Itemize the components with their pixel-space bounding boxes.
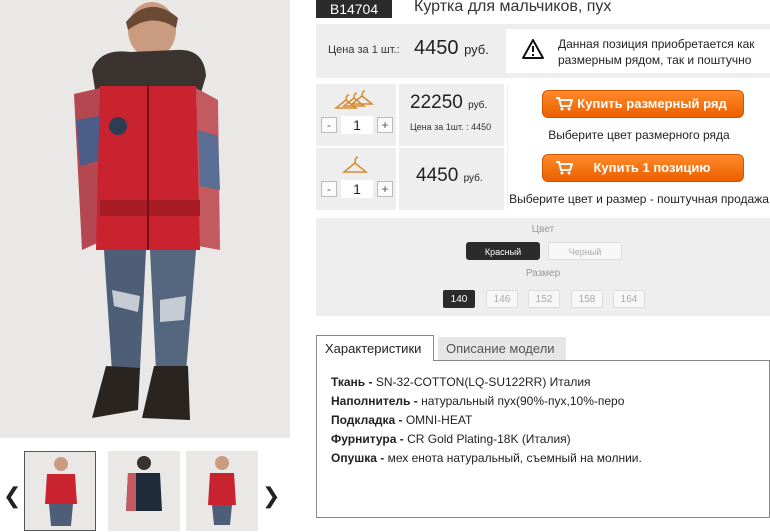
unit-price: 4450 руб. [414,37,489,59]
qty-minus-button[interactable]: - [321,117,337,133]
qty-minus-button[interactable]: - [321,181,337,197]
single-total-cell: 4450 руб. [400,148,504,210]
spec-row: Наполнитель - натуральный пух(90%-пух,10… [331,394,625,408]
unit-price-label: Цена за 1 шт.: [328,44,400,56]
size-option-152[interactable]: 152 [528,290,560,308]
thumbnail-red-side [186,451,258,531]
single-qty-cell: - 1 + [316,148,396,210]
single-action-cell: Купить 1 позицию Выберите цвет и размер … [508,148,770,210]
size-set-total: 22250 руб. [410,92,488,113]
qty-plus-button[interactable]: + [377,181,393,197]
hanger-icon [341,156,369,173]
thumbnail-1[interactable] [24,451,96,531]
qty-plus-button[interactable]: + [377,117,393,133]
variant-filters: Цвет Красный Черный Размер 140 146 152 1… [316,218,770,316]
single-hint: Выберите цвет и размер - поштучная прода… [509,192,769,206]
divider [504,84,507,146]
buy-single-row: - 1 + 4450 руб. Купить 1 позицию Выберит… [316,148,770,210]
thumbnail-strip: ❮ ❯ [0,445,290,532]
cart-icon [556,161,573,175]
tab-description[interactable]: Описание модели [438,337,566,361]
divider [396,148,399,210]
thumbnail-2[interactable] [108,451,180,531]
spec-row: Ткань - SN-32-COTTON(LQ-SU122RR) Италия [331,375,591,389]
size-set-unit-note: Цена за 1шт. : 4450 [410,122,492,132]
sku-badge: B14704 [316,0,392,18]
chevron-right-icon[interactable]: ❯ [262,483,280,509]
size-set-action-cell: Купить размерный ряд Выберите цвет разме… [508,84,770,146]
buy-size-set-row: - 1 + 22250 руб. Цена за 1шт. : 4450 Куп… [316,84,770,146]
spec-row: Опушка - мех енота натуральный, съемный … [331,451,642,465]
tab-characteristics[interactable]: Характеристики [316,335,434,361]
qty-input[interactable]: 1 [341,180,373,198]
characteristics-panel: Ткань - SN-32-COTTON(LQ-SU122RR) Италия … [316,360,770,518]
size-option-164[interactable]: 164 [613,290,645,308]
boy-jacket-illustration [0,0,290,438]
divider [396,84,399,146]
size-set-qty-cell: - 1 + [316,84,396,146]
thumbnail-black-front [108,451,180,531]
single-total: 4450 руб. [416,165,483,186]
size-set-qty-stepper: - 1 + [321,116,393,134]
size-label: Размер [525,268,561,279]
purchase-notice: Данная позиция приобретается как размерн… [506,29,770,73]
size-set-total-cell: 22250 руб. Цена за 1шт. : 4450 [400,84,504,146]
color-option-red[interactable]: Красный [466,242,540,260]
size-option-146[interactable]: 146 [486,290,518,308]
main-product-photo[interactable] [0,0,290,438]
price-row: Цена за 1 шт.: 4450 руб. Данная позиция … [316,24,770,78]
color-label: Цвет [531,224,555,235]
divider [504,148,507,210]
thumbnail-3[interactable] [186,451,258,531]
warning-icon [522,39,544,59]
size-set-hint: Выберите цвет размерного ряда [548,128,730,142]
spec-row: Фурнитура - CR Gold Plating-18K (Италия) [331,432,571,446]
product-title: Куртка для мальчиков, пух [414,0,612,15]
buy-size-set-button[interactable]: Купить размерный ряд [542,90,744,118]
color-option-black[interactable]: Черный [548,242,622,260]
notice-text: Данная позиция приобретается как размерн… [558,37,755,67]
hanger-set-icon [334,90,375,109]
size-option-158[interactable]: 158 [571,290,603,308]
spec-row: Подкладка - OMNI-HEAT [331,413,473,427]
chevron-left-icon[interactable]: ❮ [3,483,21,509]
size-option-140[interactable]: 140 [443,290,475,308]
thumbnail-red-front [25,452,95,530]
single-qty-stepper: - 1 + [321,180,393,198]
buy-single-button[interactable]: Купить 1 позицию [542,154,744,182]
cart-icon [556,97,573,111]
qty-input[interactable]: 1 [341,116,373,134]
